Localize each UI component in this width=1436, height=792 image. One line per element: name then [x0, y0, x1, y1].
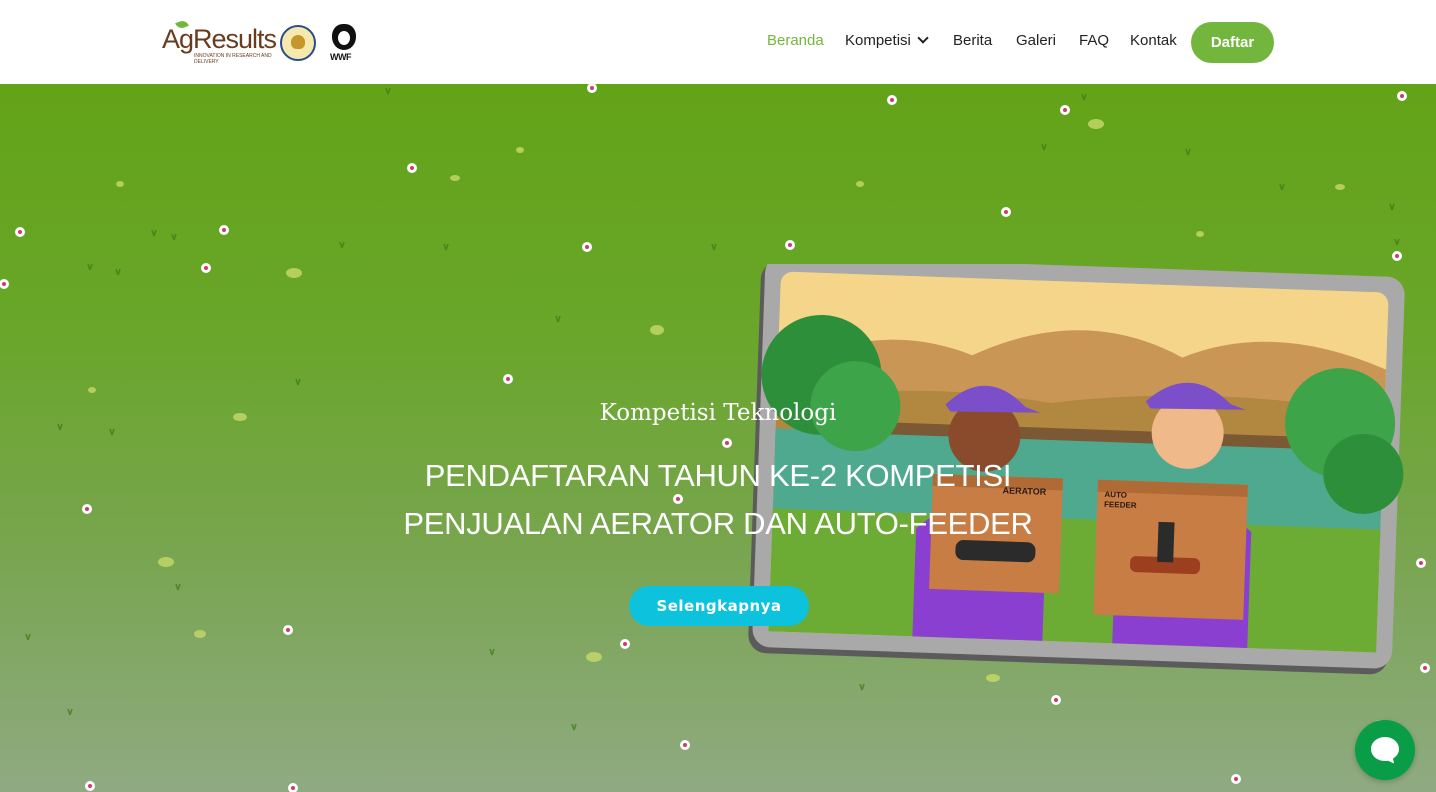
- nav-item-galeri[interactable]: Galeri: [1016, 32, 1056, 49]
- nav-item-beranda[interactable]: Beranda: [767, 32, 824, 49]
- hero-section: AERATOR AUTOFEEDER Kompetisi Teknologi P…: [0, 84, 1436, 792]
- wwf-logo: WWF: [330, 22, 358, 64]
- logo-group[interactable]: AgResults Innovation in research and del…: [162, 19, 358, 66]
- agresults-logo[interactable]: AgResults Innovation in research and del…: [162, 19, 277, 66]
- register-button[interactable]: Daftar: [1191, 22, 1274, 63]
- agresults-wordmark: AgResults: [162, 24, 277, 54]
- nav-item-berita[interactable]: Berita: [953, 32, 992, 49]
- panda-icon: [332, 24, 356, 50]
- nav-item-kontak[interactable]: Kontak: [1130, 32, 1177, 49]
- wwf-wordmark: WWF: [330, 52, 352, 62]
- nav-item-faq[interactable]: FAQ: [1079, 32, 1109, 49]
- nav-item-kompetisi[interactable]: Kompetisi: [845, 32, 929, 49]
- learn-more-button[interactable]: Selengkapnya: [629, 586, 809, 626]
- hero-subtitle: Kompetisi Teknologi: [599, 400, 837, 426]
- government-emblem-icon: [280, 25, 316, 61]
- navbar: AgResults Innovation in research and del…: [0, 0, 1436, 84]
- hero-title: PENDAFTARAN TAHUN KE-2 KOMPETISI PENJUAL…: [403, 458, 1033, 541]
- chat-widget-button[interactable]: [1355, 720, 1415, 780]
- agresults-tagline: Innovation in research and delivery: [194, 53, 272, 65]
- chevron-down-icon: [917, 32, 929, 44]
- chat-icon: [1371, 737, 1399, 764]
- nav-item-kompetisi-label: Kompetisi: [845, 32, 911, 49]
